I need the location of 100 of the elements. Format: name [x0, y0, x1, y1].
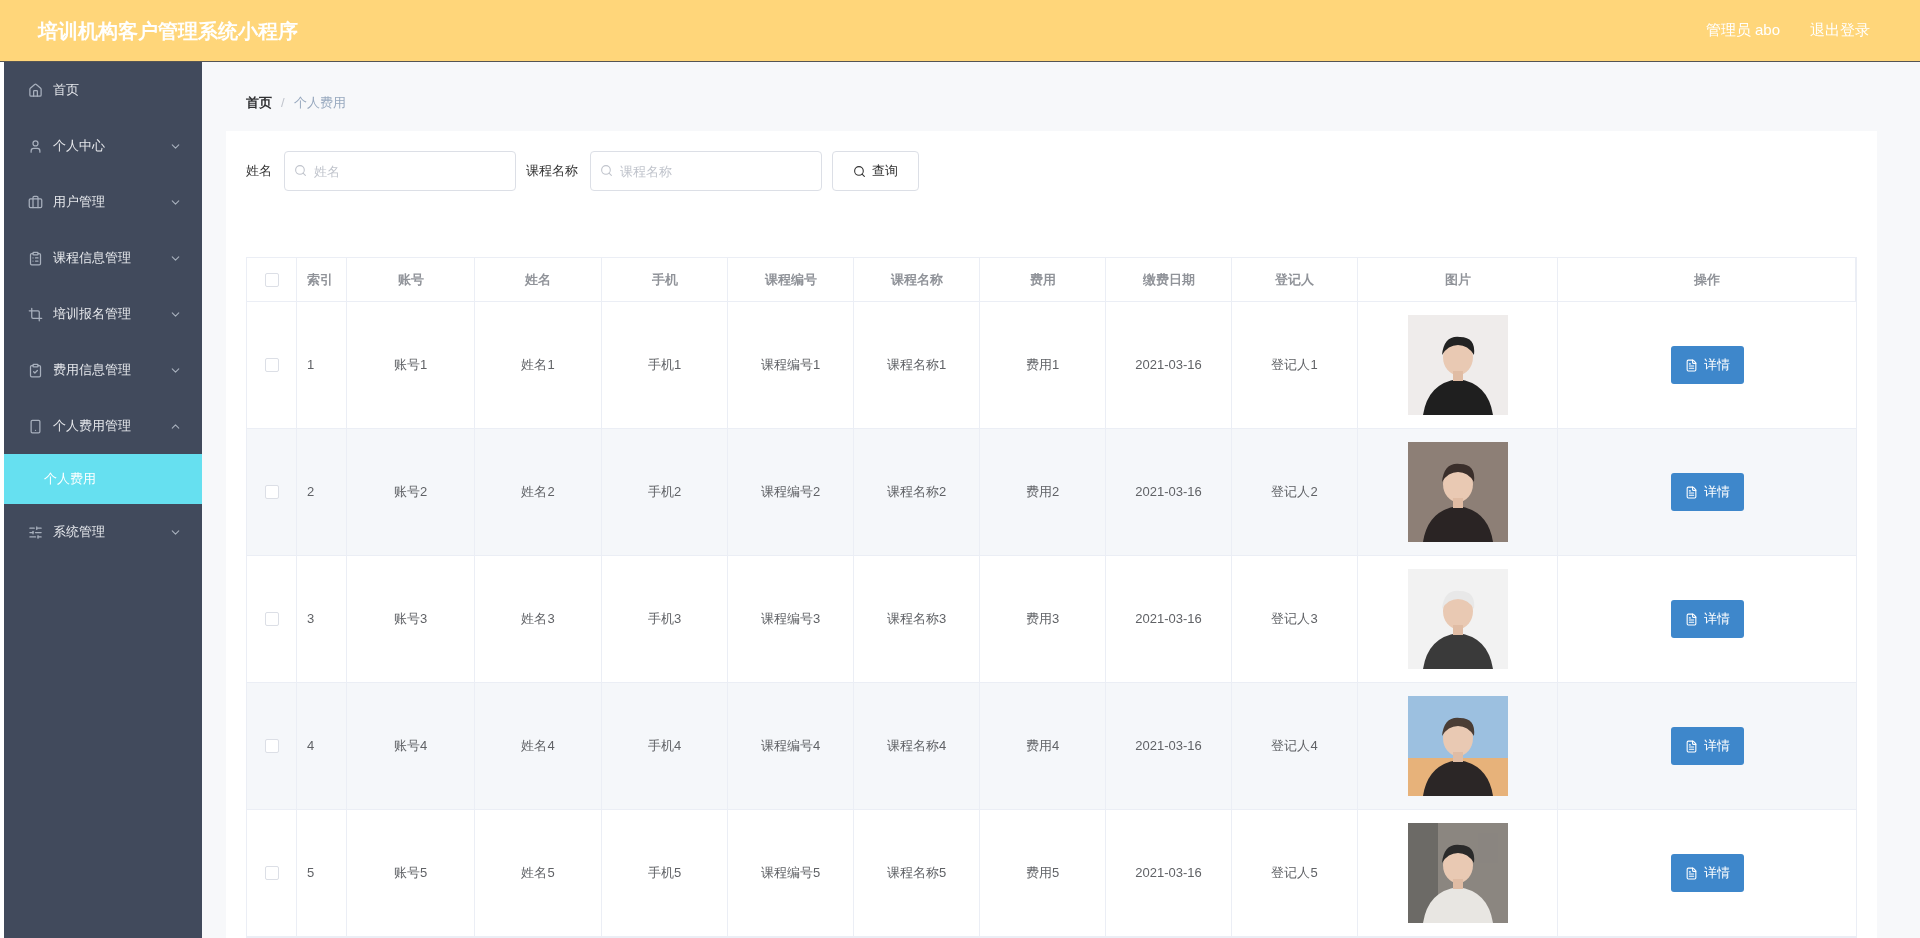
- details-button[interactable]: 详情: [1670, 473, 1744, 511]
- document-icon: [1684, 612, 1698, 626]
- column-header: 账号: [397, 270, 424, 289]
- app-title: 培训机构客户管理系统小程序: [38, 18, 298, 44]
- table-cell-text: 1: [307, 356, 315, 375]
- document-icon: [1684, 866, 1698, 880]
- column-header: 图片: [1444, 270, 1471, 289]
- details-button[interactable]: 详情: [1670, 346, 1744, 384]
- table-cell-text: 费用3: [1025, 610, 1060, 629]
- search-field[interactable]: 姓名: [284, 151, 516, 191]
- column-header: 课程编号: [764, 270, 817, 289]
- checkbox[interactable]: [264, 485, 279, 499]
- menu-label: 个人费用管理: [53, 417, 131, 436]
- table-cell-text: 费用1: [1025, 356, 1060, 375]
- column-header: 登记人: [1275, 270, 1314, 289]
- column-header: 索引: [307, 270, 333, 289]
- table-cell-text: 手机5: [647, 864, 682, 883]
- phone-icon: [28, 418, 43, 434]
- table-cell-text: 费用5: [1025, 864, 1060, 883]
- sliders-icon: [28, 524, 43, 540]
- menu-label: 系统管理: [53, 523, 105, 542]
- table-cell-text: 账号4: [393, 737, 428, 756]
- document-icon: [1684, 739, 1698, 753]
- menu-label: 用户管理: [53, 193, 105, 212]
- table-cell-text: 登记人1: [1271, 356, 1318, 375]
- menu-item[interactable]: 费用信息管理: [4, 342, 202, 398]
- column-header: 手机: [651, 270, 678, 289]
- user-name: 管理员 abo: [1705, 20, 1780, 41]
- table-cell-text: 5: [307, 864, 315, 883]
- menu-label: 个人中心: [53, 137, 105, 156]
- table-cell-text: 2: [307, 483, 315, 502]
- menu-item[interactable]: 培训报名管理: [4, 286, 202, 342]
- table-cell-text: 3: [307, 610, 315, 629]
- breadcrumb-separator: /: [281, 93, 285, 112]
- search-icon: [853, 164, 866, 178]
- search-button[interactable]: 查询: [832, 151, 919, 191]
- table-cell-text: 手机1: [647, 356, 682, 375]
- table-cell-text: 课程名称1: [886, 356, 947, 375]
- details-button[interactable]: 详情: [1670, 854, 1744, 892]
- menu-item[interactable]: 课程信息管理: [4, 230, 202, 286]
- checkbox[interactable]: [264, 358, 279, 372]
- table-cell-text: 姓名5: [521, 864, 555, 883]
- details-button[interactable]: 详情: [1670, 727, 1744, 765]
- table-cell-text: 登记人5: [1271, 864, 1318, 883]
- table-cell-text: 账号3: [393, 610, 428, 629]
- clipboard-check-icon: [28, 362, 43, 378]
- checkbox[interactable]: [264, 739, 279, 753]
- table-cell-text: 费用2: [1025, 483, 1060, 502]
- checkbox[interactable]: [264, 866, 279, 880]
- menu-item[interactable]: 用户管理: [4, 174, 202, 230]
- home-icon: [28, 82, 43, 98]
- table-cell-text: 课程名称4: [886, 737, 947, 756]
- menu-item[interactable]: 系统管理: [4, 504, 202, 560]
- search-icon: [294, 164, 307, 177]
- table-cell-text: 2021-03-16: [1135, 610, 1202, 629]
- column-header: 课程名称: [890, 270, 943, 289]
- breadcrumb-link[interactable]: 首页: [246, 92, 272, 113]
- menu-item[interactable]: 首页: [4, 62, 202, 118]
- briefcase-icon: [28, 194, 43, 210]
- table-cell-text: 课程编号2: [760, 483, 821, 502]
- details-button[interactable]: 详情: [1670, 600, 1744, 638]
- table-cell-text: 课程名称5: [886, 864, 947, 883]
- field-label: 姓名: [246, 162, 272, 181]
- menu-label: 首页: [53, 81, 79, 100]
- document-icon: [1684, 358, 1698, 372]
- table-cell-text: 账号1: [393, 356, 428, 375]
- table-cell-text: 2021-03-16: [1135, 356, 1202, 375]
- table-cell-text: 4: [307, 737, 315, 756]
- table-cell-text: 课程名称2: [886, 483, 947, 502]
- search-field[interactable]: 课程名称: [590, 151, 822, 191]
- table-cell-text: 登记人3: [1271, 610, 1318, 629]
- menu-item[interactable]: 个人中心: [4, 118, 202, 174]
- document-icon: [1684, 485, 1698, 499]
- table-cell-text: 课程名称3: [886, 610, 947, 629]
- table-cell-text: 姓名2: [521, 483, 555, 502]
- menu-label: 课程信息管理: [53, 249, 131, 268]
- checkbox[interactable]: [264, 272, 279, 287]
- table-cell-text: 课程编号5: [760, 864, 821, 883]
- table-cell-text: 课程编号3: [760, 610, 821, 629]
- table-cell-text: 账号2: [393, 483, 428, 502]
- column-header: 缴费日期: [1142, 270, 1195, 289]
- column-header: 操作: [1693, 270, 1720, 289]
- crop-icon: [28, 306, 43, 322]
- table-cell-text: 费用4: [1025, 737, 1060, 756]
- table-cell-text: 姓名3: [521, 610, 555, 629]
- table-cell-text: 手机4: [647, 737, 682, 756]
- checkbox[interactable]: [264, 612, 279, 626]
- table-cell-text: 登记人4: [1271, 737, 1318, 756]
- table-cell-text: 2021-03-16: [1135, 737, 1202, 756]
- menu-label: 培训报名管理: [53, 305, 131, 324]
- table-cell-text: 账号5: [393, 864, 428, 883]
- table-cell-text: 手机2: [647, 483, 682, 502]
- table-cell-text: 姓名1: [521, 356, 555, 375]
- table-cell-text: 手机3: [647, 610, 682, 629]
- search-icon: [600, 164, 613, 177]
- table-cell-text: 2021-03-16: [1135, 864, 1202, 883]
- clipboard-icon: [28, 250, 43, 266]
- field-label: 课程名称: [526, 162, 578, 181]
- table-cell-text: 课程编号1: [760, 356, 821, 375]
- menu-item[interactable]: 个人费用管理: [4, 398, 202, 454]
